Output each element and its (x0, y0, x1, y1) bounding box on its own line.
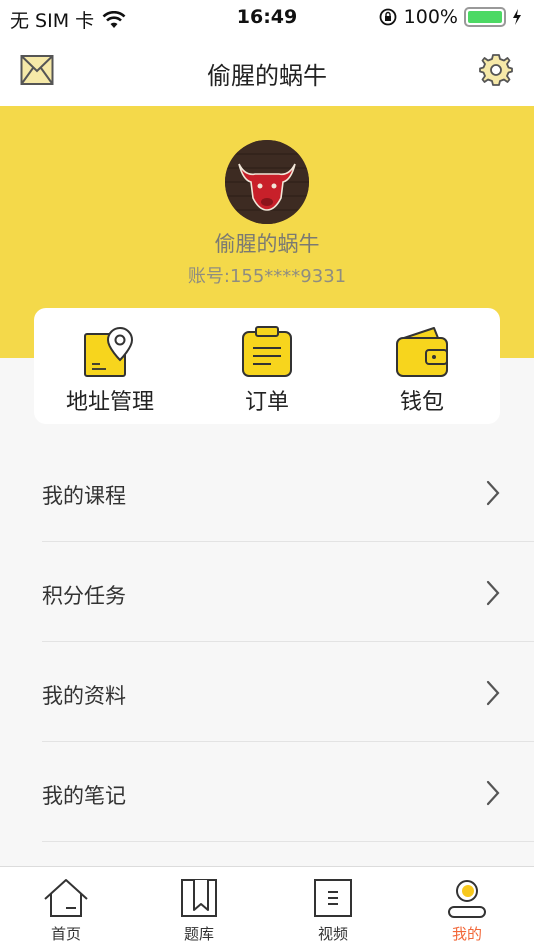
nav-bar: 偷腥的蜗牛 (0, 36, 534, 106)
chevron-right-icon (486, 580, 500, 606)
menu-item-label: 我的资料 (42, 684, 126, 708)
chevron-right-icon (486, 780, 500, 806)
menu-list: 我的课程 积分任务 我的资料 我的笔记 (0, 442, 534, 842)
status-bar: 无 SIM 卡 16:49 100% (0, 0, 534, 36)
menu-item-courses[interactable]: 我的课程 (42, 442, 534, 542)
quick-action-label: 钱包 (399, 390, 444, 415)
chevron-right-icon (486, 480, 500, 506)
tab-home[interactable]: 首页 (26, 877, 106, 944)
bookmark-book-icon (181, 879, 217, 917)
page-title: 偷腥的蜗牛 (207, 62, 327, 90)
tab-label: 首页 (50, 925, 81, 943)
tab-label: 我的 (451, 925, 482, 943)
status-right: 100% (378, 6, 522, 28)
avatar[interactable] (225, 140, 309, 224)
menu-item-label: 积分任务 (42, 584, 126, 608)
battery-percent: 100% (403, 6, 458, 28)
wallet-icon (396, 327, 448, 377)
username: 偷腥的蜗牛 (214, 232, 320, 256)
charging-icon (513, 9, 521, 25)
bull-logo-icon (225, 140, 309, 224)
tab-video[interactable]: 视频 (293, 877, 373, 944)
tab-label: 题库 (183, 925, 214, 943)
menu-item-materials[interactable]: 我的资料 (42, 642, 534, 742)
tab-mine[interactable]: 我的 (427, 877, 507, 944)
quick-action-label: 订单 (244, 390, 289, 415)
quick-action-orders[interactable]: 订单 (197, 326, 337, 418)
location-document-icon (84, 326, 134, 377)
quick-action-address[interactable]: 地址管理 (40, 326, 180, 418)
tab-bar: 首页 题库 视频 我的 (0, 866, 534, 950)
battery-icon (464, 7, 506, 27)
quick-actions-card: 地址管理 订单 钱包 (34, 308, 500, 424)
settings-gear-icon[interactable] (478, 52, 514, 88)
menu-item-label: 我的课程 (42, 484, 126, 508)
profile-icon (448, 880, 486, 918)
quick-action-wallet[interactable]: 钱包 (352, 326, 492, 418)
rotation-lock-icon (379, 8, 397, 26)
video-list-icon (314, 879, 352, 917)
quick-action-label: 地址管理 (65, 390, 154, 415)
tab-label: 视频 (317, 925, 348, 943)
tab-question-bank[interactable]: 题库 (159, 877, 239, 944)
menu-item-points-tasks[interactable]: 积分任务 (42, 542, 534, 642)
account-number: 账号:155****9331 (187, 266, 347, 287)
menu-item-notes[interactable]: 我的笔记 (42, 742, 534, 842)
chevron-right-icon (486, 680, 500, 706)
home-icon (44, 879, 88, 917)
menu-item-label: 我的笔记 (42, 784, 126, 808)
clipboard-icon (242, 326, 292, 377)
